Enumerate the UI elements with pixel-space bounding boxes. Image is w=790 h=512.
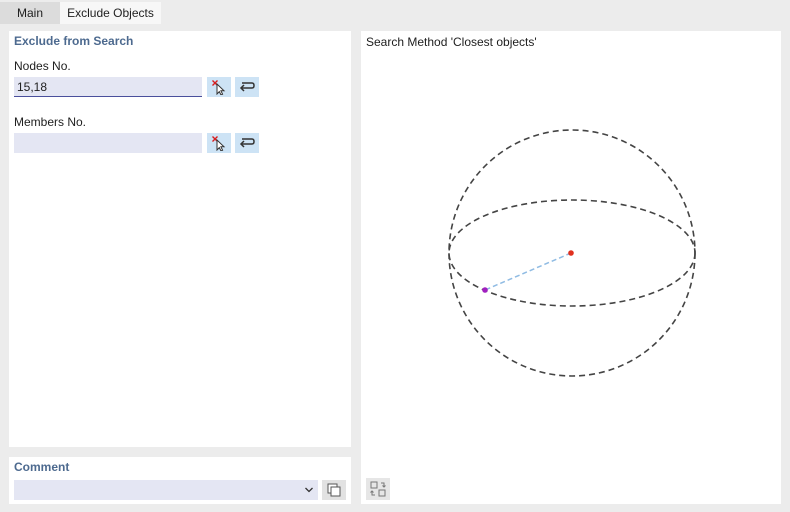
- pick-nodes-button[interactable]: [207, 77, 231, 97]
- copy-comment-button[interactable]: [322, 480, 346, 500]
- center-point: [568, 250, 574, 256]
- section-title: Exclude from Search: [14, 34, 134, 48]
- comment-label: Comment: [14, 460, 70, 474]
- comment-panel: Comment: [9, 457, 351, 504]
- comment-combobox[interactable]: [14, 480, 318, 500]
- nodes-input[interactable]: [14, 77, 202, 97]
- reset-members-button[interactable]: [235, 133, 259, 153]
- radius-line: [484, 252, 572, 291]
- chevron-down-icon: [305, 487, 313, 493]
- tab-exclude-objects[interactable]: Exclude Objects: [60, 2, 161, 24]
- copy-icon: [327, 483, 341, 497]
- return-arrow-icon: [239, 82, 255, 92]
- members-label: Members No.: [14, 115, 87, 129]
- members-input[interactable]: [14, 133, 202, 153]
- tab-bar: Main Exclude Objects: [0, 0, 790, 24]
- view-settings-button[interactable]: [366, 478, 390, 500]
- closest-object-point: [482, 287, 488, 293]
- pick-members-button[interactable]: [207, 133, 231, 153]
- nodes-label: Nodes No.: [14, 59, 71, 73]
- select-pointer-icon: [212, 136, 226, 151]
- search-method-panel: Search Method 'Closest objects': [361, 31, 781, 504]
- reset-nodes-button[interactable]: [235, 77, 259, 97]
- diagram-title: Search Method 'Closest objects': [366, 35, 537, 49]
- closest-objects-diagram: [448, 129, 696, 377]
- view-settings-icon: [370, 481, 386, 497]
- exclude-from-search-panel: Exclude from Search Nodes No. Members No…: [9, 31, 351, 447]
- return-arrow-icon: [239, 138, 255, 148]
- select-pointer-icon: [212, 80, 226, 95]
- tab-main[interactable]: Main: [0, 2, 60, 24]
